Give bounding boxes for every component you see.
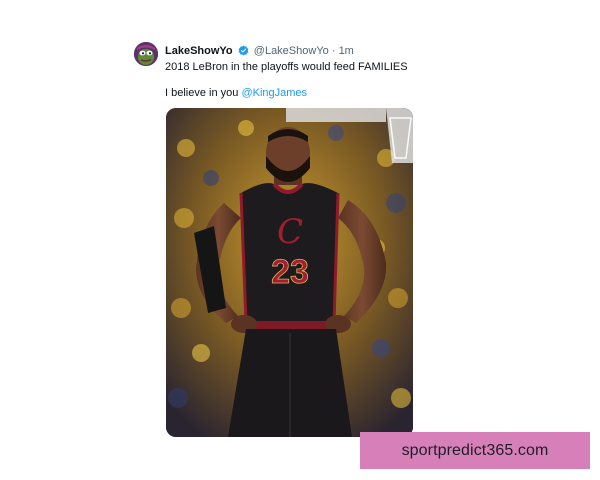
tweet-text-prefix: I believe in you: [165, 87, 242, 99]
avatar[interactable]: [134, 42, 158, 66]
display-name[interactable]: LakeShowYo: [165, 45, 233, 57]
mention-link[interactable]: @KingJames: [241, 87, 307, 99]
watermark-text: sportpredict365.com: [401, 441, 549, 459]
tweet-header: LakeShowYo @LakeShowYo · 1m: [165, 44, 354, 60]
tweet-text-line-2: I believe in you @KingJames: [165, 86, 307, 100]
svg-text:C: C: [277, 212, 303, 252]
handle[interactable]: @LakeShowYo: [254, 45, 329, 57]
player-photo: C 23: [166, 108, 413, 437]
timestamp[interactable]: 1m: [339, 45, 354, 57]
separator-dot: ·: [331, 45, 336, 57]
watermark-banner: sportpredict365.com: [360, 432, 590, 469]
jersey-number: 23: [271, 253, 309, 291]
tweet-media-image[interactable]: C 23: [166, 108, 413, 437]
verified-badge-icon: [238, 45, 249, 60]
pepe-avatar-icon: [134, 42, 158, 66]
tweet-text-line-1: 2018 LeBron in the playoffs would feed F…: [165, 61, 408, 73]
